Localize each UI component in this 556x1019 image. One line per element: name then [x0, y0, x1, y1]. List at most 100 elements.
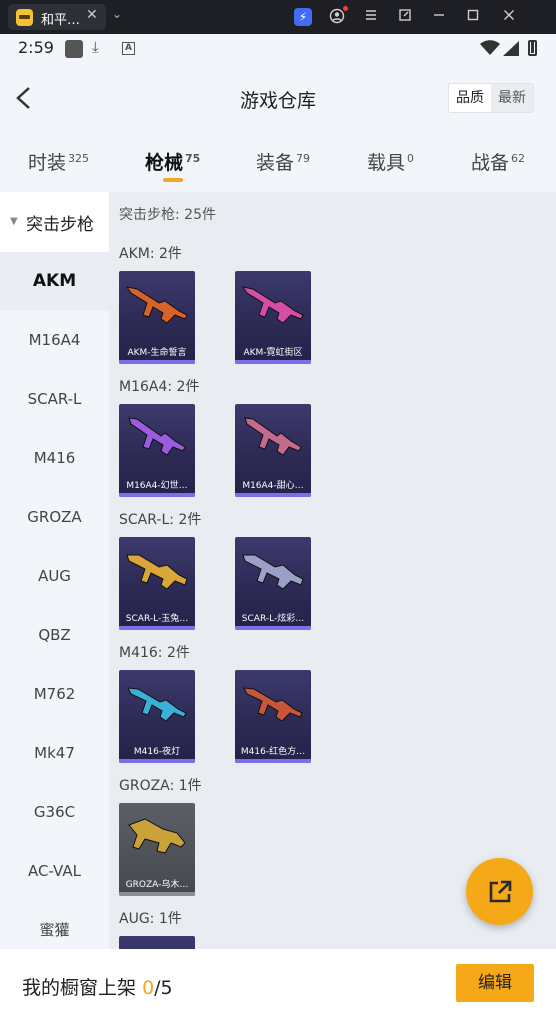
sidebar-item-honey-badger[interactable]: 蜜獾 [0, 901, 109, 949]
skin-card[interactable]: SCAR-L-玉兔… [119, 537, 195, 630]
skin-card[interactable]: M16A4-幻世… [119, 404, 195, 497]
weapon-sidebar: ▼ 突击步枪 AKM M16A4 SCAR-L M416 GROZA AUG Q… [0, 192, 109, 949]
share-button[interactable] [466, 858, 533, 925]
window-icon[interactable] [396, 8, 414, 26]
tab-label: 枪械 [145, 152, 184, 174]
group-title-aug: AUG: 1件 [119, 911, 182, 927]
status-bar: 2:59 ⤓ A [0, 34, 556, 64]
sidebar-category-header[interactable]: ▼ 突击步枪 [0, 192, 109, 252]
rifle-icon [243, 687, 303, 722]
close-icon[interactable] [500, 8, 518, 26]
sidebar-item-ac-val[interactable]: AC-VAL [0, 842, 109, 901]
status-time: 2:59 [18, 38, 54, 57]
tab-vehicles[interactable]: 载具 0 [367, 148, 414, 175]
minimize-icon[interactable] [430, 8, 448, 26]
sort-toggle: 品质 最新 [448, 83, 534, 113]
signal-icon [503, 41, 519, 60]
skin-label: GROZA-乌木… [125, 880, 189, 890]
rarity-bar [235, 759, 311, 763]
group-title-m16a4: M16A4: 2件 [119, 379, 200, 395]
sidebar-item-g36c[interactable]: G36C [0, 783, 109, 842]
sidebar-item-qbz[interactable]: QBZ [0, 606, 109, 665]
sidebar-item-akm[interactable]: AKM [0, 252, 109, 311]
bottom-bar: 我的橱窗上架 0/5 编辑 [0, 949, 556, 1019]
rarity-bar [235, 493, 311, 497]
rifle-icon [244, 417, 302, 456]
emulator-tab-title: 和平… [41, 13, 81, 28]
rifle-icon [241, 286, 304, 324]
tab-list-chevron-icon[interactable]: ⌄ [112, 7, 122, 21]
skin-card[interactable]: M16A4-甜心… [235, 404, 311, 497]
rifle-icon [242, 554, 304, 590]
rarity-bar [119, 759, 195, 763]
tab-count: 75 [185, 152, 201, 165]
sidebar-item-scar-l[interactable]: SCAR-L [0, 370, 109, 429]
group-title-groza: GROZA: 1件 [119, 778, 202, 794]
tab-fashion[interactable]: 时装 325 [28, 148, 89, 175]
rarity-bar [235, 626, 311, 630]
skin-label: M16A4-甜心… [242, 481, 304, 491]
group-title-m416: M416: 2件 [119, 645, 190, 661]
skin-label: SCAR-L-玉兔… [125, 614, 189, 624]
skin-card[interactable]: SCAR-L-炫彩… [235, 537, 311, 630]
category-tabs: 时装 325 枪械 75 装备 79 载具 0 战备 62 [0, 130, 556, 192]
rifle-icon [125, 286, 188, 324]
skin-card[interactable]: M416-红色方… [235, 670, 311, 763]
showcase-status: 我的橱窗上架 0/5 [22, 973, 173, 1000]
app-header: 游戏仓库 品质 最新 [0, 64, 556, 130]
skin-label: M416-夜灯 [133, 747, 181, 757]
tab-label: 装备 [256, 152, 295, 174]
sidebar-item-m16a4[interactable]: M16A4 [0, 311, 109, 370]
tab-label: 战备 [471, 152, 510, 174]
tab-equipment[interactable]: 装备 79 [256, 148, 310, 175]
skin-card[interactable]: M416-夜灯 [119, 670, 195, 763]
sidebar-item-groza[interactable]: GROZA [0, 488, 109, 547]
rarity-bar [119, 626, 195, 630]
rifle-icon [126, 554, 188, 590]
rarity-bar [119, 360, 195, 364]
sidebar-item-m416[interactable]: M416 [0, 429, 109, 488]
tab-label: 载具 [367, 152, 406, 174]
a-icon: A [122, 42, 135, 55]
tab-count: 325 [68, 152, 90, 165]
sidebar-item-m762[interactable]: M762 [0, 665, 109, 724]
weapon-grid: 突击步枪: 25件 AKM: 2件 AKM-生命誓言 AKM-霓虹街区 M16A… [109, 192, 556, 949]
rarity-bar [119, 493, 195, 497]
download-icon: ⤓ [92, 38, 99, 56]
skin-label: SCAR-L-炫彩… [241, 614, 305, 624]
tab-combat-supplies[interactable]: 战备 62 [471, 148, 525, 175]
showcase-total: /5 [154, 977, 173, 999]
skin-card[interactable]: AKM-霓虹街区 [235, 271, 311, 364]
skin-card[interactable]: AKM-生命誓言 [119, 271, 195, 364]
skin-card[interactable] [119, 936, 195, 949]
app-logo-icon [16, 9, 33, 26]
tab-firearms[interactable]: 枪械 75 [145, 148, 200, 175]
sidebar-item-mk47[interactable]: Mk47 [0, 724, 109, 783]
sidebar-item-aug[interactable]: AUG [0, 547, 109, 606]
menu-icon[interactable] [362, 8, 380, 26]
skin-card[interactable]: GROZA-乌木… [119, 803, 195, 896]
rarity-bar [235, 360, 311, 364]
tab-count: 79 [296, 152, 311, 165]
maximize-icon[interactable] [464, 8, 482, 26]
account-icon[interactable] [328, 6, 348, 26]
bolt-icon[interactable]: ⚡ [294, 8, 312, 26]
category-summary: 突击步枪: 25件 [119, 207, 216, 223]
showcase-count: 0 [142, 977, 155, 999]
tab-count: 62 [511, 152, 526, 165]
group-title-akm: AKM: 2件 [119, 246, 182, 262]
edit-button[interactable]: 编辑 [456, 964, 534, 1002]
tab-close-icon[interactable]: ✕ [86, 7, 98, 23]
skin-label: AKM-霓虹街区 [243, 348, 303, 358]
tab-count: 0 [407, 152, 415, 165]
sort-quality-button[interactable]: 品质 [449, 84, 491, 112]
rifle-icon [128, 417, 186, 456]
group-title-scar-l: SCAR-L: 2件 [119, 512, 202, 528]
app-notification-icon [65, 40, 83, 58]
emulator-tab[interactable]: 和平… ✕ [8, 4, 106, 30]
skin-label: M16A4-幻世… [126, 481, 188, 491]
sidebar-category-label: 突击步枪 [26, 215, 94, 235]
wifi-icon [480, 40, 500, 60]
sort-newest-button[interactable]: 最新 [491, 84, 533, 112]
chevron-down-icon: ▼ [10, 216, 18, 227]
